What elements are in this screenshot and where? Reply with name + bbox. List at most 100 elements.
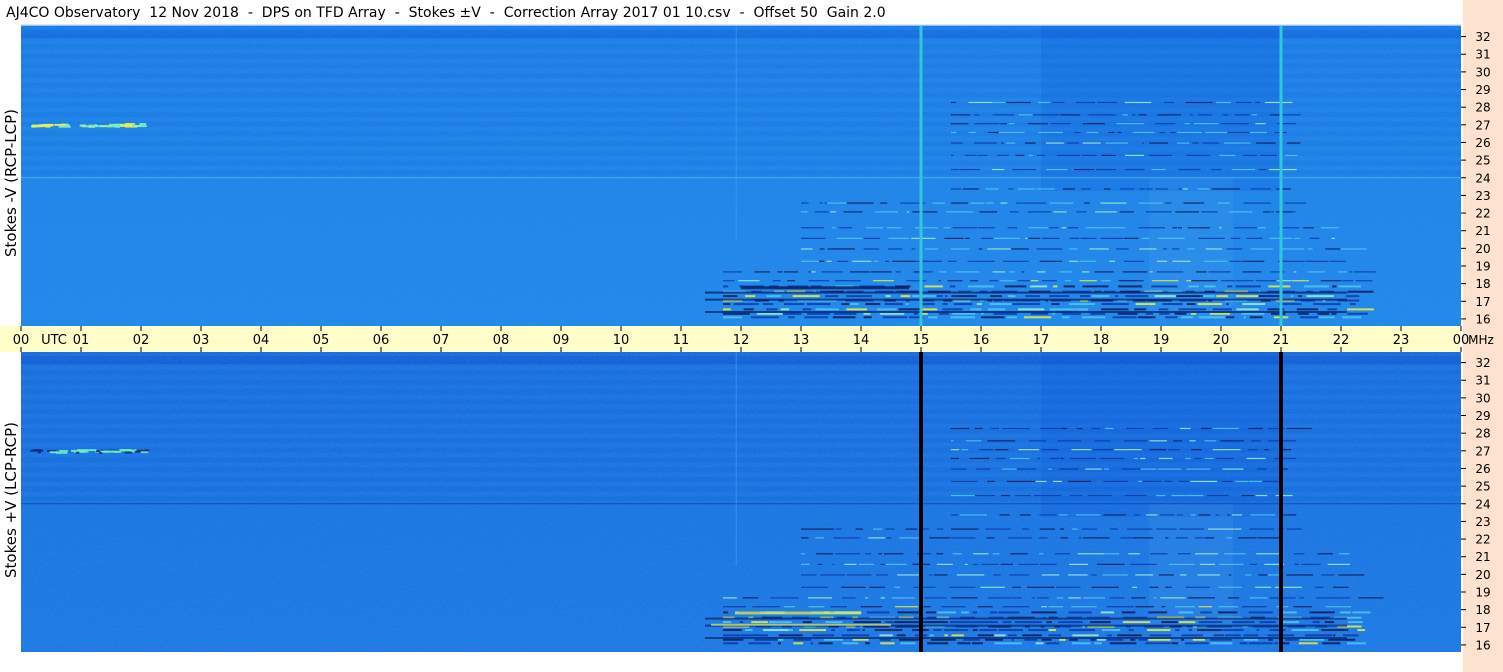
interference-dash — [1198, 621, 1223, 624]
interference-dash — [1015, 494, 1032, 497]
interference-dash — [976, 468, 991, 470]
interference-dash — [1175, 629, 1180, 632]
interference-dash — [1128, 629, 1134, 632]
interference-dash — [1000, 202, 1008, 204]
burst-speck — [135, 450, 141, 453]
interference-dash — [1125, 295, 1149, 298]
interference-dash — [1109, 260, 1116, 262]
interference-dash — [1149, 440, 1167, 442]
interference-dash — [1248, 427, 1263, 430]
interference-dash — [723, 271, 743, 273]
interference-dash — [869, 586, 886, 588]
interference-dash — [807, 312, 830, 315]
interference-dash — [1141, 237, 1150, 239]
interference-dash — [808, 606, 825, 608]
interference-dash — [970, 202, 985, 204]
interference-dash — [1200, 427, 1212, 430]
utc-tick-label: 05 — [313, 333, 330, 348]
utc-time-axis: 00 01 02 03 04 05 06 07 08 09 10 11 12 13 14 15 16 17 18 19… — [0, 326, 1494, 352]
interference-dash — [972, 553, 989, 555]
interference-dash — [936, 553, 944, 555]
interference-dash — [1158, 574, 1174, 576]
interference-dash — [1067, 142, 1079, 144]
interference-dash — [964, 563, 968, 565]
interference-dash — [745, 295, 756, 298]
interference-dash — [1082, 123, 1105, 125]
interference-dash — [1068, 611, 1092, 614]
interference-dash — [1325, 248, 1341, 250]
interference-dash — [1096, 563, 1125, 565]
interference-dash — [1022, 202, 1047, 204]
utc-tick-label: 18 — [1093, 333, 1110, 348]
interference-dash — [1227, 285, 1233, 288]
interference-dash — [960, 514, 987, 516]
burst-speck — [126, 125, 133, 128]
interference-dash — [1030, 280, 1039, 282]
interference-dash — [1189, 114, 1194, 116]
interference-dash — [1177, 131, 1202, 134]
interference-dash — [932, 202, 945, 204]
interference-dash — [1126, 528, 1153, 530]
interference-dash — [1256, 142, 1276, 144]
interference-dash — [850, 303, 859, 306]
interference-dash — [748, 642, 771, 645]
interference-dash — [804, 316, 829, 319]
interference-dash — [1138, 638, 1148, 641]
interference-dash — [1080, 188, 1091, 190]
burst-speck — [140, 451, 149, 454]
interference-dash — [1250, 563, 1257, 565]
interference-dash — [1165, 586, 1172, 588]
interference-dash — [949, 621, 977, 624]
interference-dash — [1052, 480, 1062, 483]
interference-dash — [936, 563, 953, 565]
interference-dash — [814, 211, 829, 213]
interference-dash — [1012, 303, 1041, 306]
interference-dash — [1182, 188, 1188, 190]
burst-speck — [139, 123, 147, 126]
interference-dash — [1071, 642, 1091, 645]
interference-dash — [723, 597, 737, 599]
interference-dash — [1181, 638, 1184, 641]
interference-dash — [1002, 427, 1030, 430]
interference-dash — [1000, 123, 1007, 125]
interference-dash — [1123, 260, 1145, 262]
interference-dash — [1243, 202, 1271, 204]
interference-dash — [906, 280, 927, 282]
interference-dash — [1156, 494, 1166, 497]
interference-dash — [873, 528, 883, 530]
interference-dash — [1124, 101, 1152, 104]
interference-dash — [1139, 188, 1145, 190]
interference-dash — [1142, 480, 1162, 483]
interference-dash — [1338, 574, 1365, 576]
mhz-tick-label: 21 — [1475, 550, 1490, 564]
interference-dash — [1190, 514, 1196, 516]
interference-dash — [1041, 449, 1059, 451]
interference-dash — [1035, 480, 1047, 483]
interference-dash — [1017, 188, 1036, 190]
interference-dash — [1236, 308, 1259, 311]
mhz-tick-label: 28 — [1475, 427, 1490, 441]
mhz-tick-label: 25 — [1475, 480, 1490, 494]
burst-speck — [38, 124, 51, 127]
interference-dash — [1250, 514, 1276, 516]
interference-dash — [972, 629, 978, 632]
interference-dash — [865, 227, 883, 229]
spectrogram-chart: 00 01 02 03 04 05 06 07 08 09 10 11 12 13 14 15 16 17 18 19… — [0, 24, 1494, 652]
utc-tick-label: 17 — [1033, 333, 1050, 348]
interference-dash — [1039, 553, 1044, 555]
interference-dash — [1258, 168, 1267, 171]
interference-dash — [808, 280, 830, 282]
interference-dash — [783, 606, 796, 608]
interference-dash — [1241, 606, 1267, 608]
interference-dash — [838, 227, 853, 229]
mhz-tick-label: 23 — [1475, 189, 1490, 203]
interference-dash — [835, 528, 842, 530]
interference-dash — [1046, 621, 1053, 624]
interference-dash — [801, 248, 813, 250]
interference-dash — [961, 611, 969, 614]
interference-dash — [723, 308, 731, 311]
mhz-tick-label: 29 — [1475, 409, 1490, 423]
interference-dash — [1037, 597, 1049, 599]
interference-dash — [1274, 642, 1279, 645]
interference-dash — [1059, 468, 1079, 470]
